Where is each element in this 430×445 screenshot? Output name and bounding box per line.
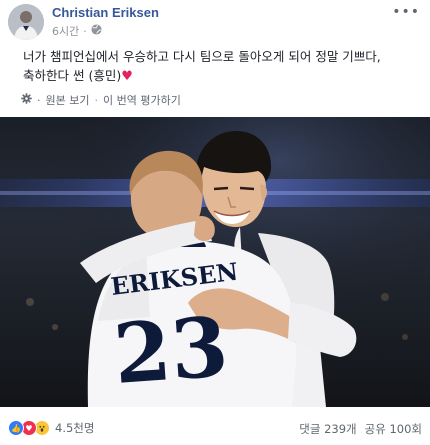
jersey-number: 23: [111, 299, 232, 403]
separator-dot: ·: [83, 24, 87, 38]
see-original-link[interactable]: 원본 보기: [46, 92, 90, 108]
globe-icon: [91, 24, 102, 38]
translation-bar: · 원본 보기 · 이 번역 평가하기: [21, 92, 181, 108]
post-text-line-2: 축하한다 썬 (흥민)♥: [23, 66, 423, 86]
post-text: 너가 챔피언십에서 우승하고 다시 팀으로 돌아오게 되어 정말 기쁘다, 축하…: [23, 47, 423, 86]
post-header: Christian Eriksen 6시간 · •••: [0, 0, 430, 42]
more-options-icon[interactable]: •••: [392, 4, 420, 20]
separator-dot: ·: [37, 93, 41, 107]
heart-icon: ♥: [121, 69, 133, 84]
post-meta: 6시간 ·: [52, 23, 102, 39]
shares-count[interactable]: 공유 100회: [365, 421, 422, 437]
post-stats: 댓글 239개 공유 100회: [299, 421, 422, 437]
gear-icon[interactable]: [21, 93, 32, 107]
post-text-line-1: 너가 챔피언십에서 우승하고 다시 팀으로 돌아오게 되어 정말 기쁘다,: [23, 49, 381, 64]
comments-count[interactable]: 댓글 239개: [299, 421, 356, 437]
author-name[interactable]: Christian Eriksen: [52, 5, 159, 20]
post-photo[interactable]: ERIKSEN 23: [0, 117, 430, 407]
reaction-count: 4.5천명: [55, 421, 95, 435]
post-time[interactable]: 6시간: [52, 23, 79, 39]
rate-translation-link[interactable]: 이 번역 평가하기: [103, 92, 181, 108]
post-footer: 👍 ♥ 4.5천명 댓글 239개 공유 100회: [0, 410, 430, 445]
reactions-summary[interactable]: 👍 ♥ 4.5천명: [8, 420, 94, 436]
post-text-line-2-text: 축하한다 썬 (흥민): [23, 68, 122, 83]
separator-dot: ·: [94, 93, 98, 107]
avatar[interactable]: [8, 4, 44, 40]
like-icon: 👍: [8, 420, 24, 436]
